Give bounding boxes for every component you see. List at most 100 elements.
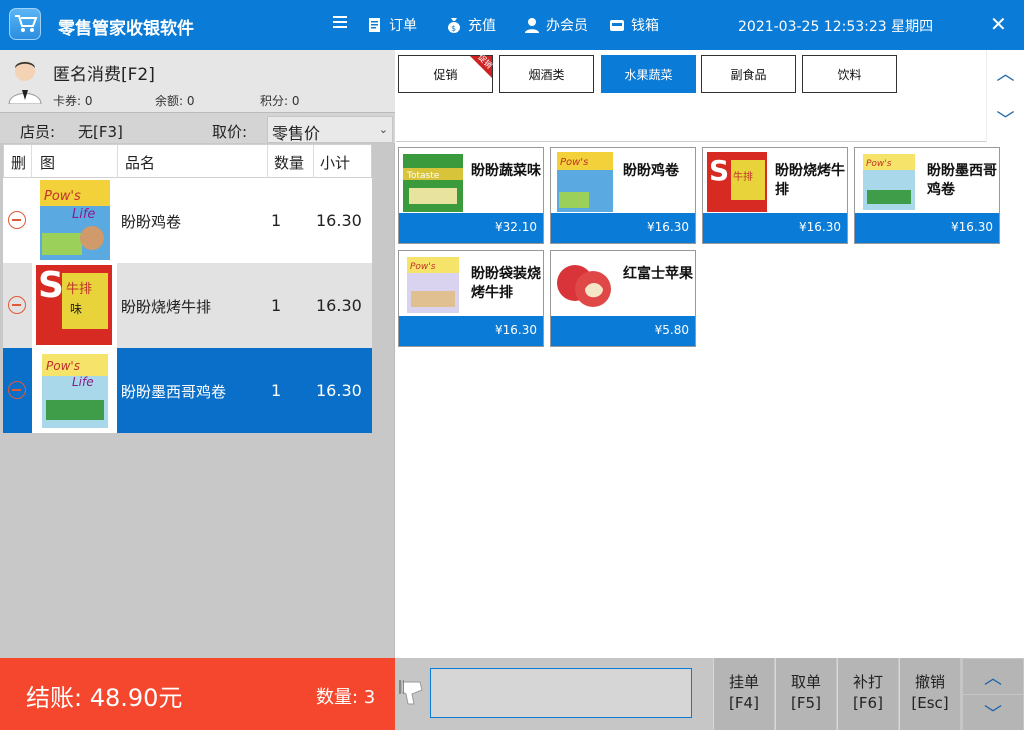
member-name[interactable]: 匿名消费[F2] bbox=[53, 60, 155, 85]
price-type-select[interactable]: 零售价 ⌄ bbox=[267, 116, 393, 143]
app-title: 零售管家收银软件 bbox=[58, 19, 194, 39]
item-name: 盼盼烧烤牛排 bbox=[121, 298, 212, 316]
svg-text:味: 味 bbox=[70, 302, 82, 316]
chevron-up-icon[interactable]: ︿ bbox=[963, 659, 1023, 694]
product-name: 盼盼蔬菜味 bbox=[471, 163, 541, 179]
chevron-down-icon[interactable]: ﹀ bbox=[987, 96, 1024, 142]
product-thumbnail: Pow's Life bbox=[32, 348, 117, 433]
product-name: 红富士苹果 bbox=[623, 266, 693, 282]
member-label: 办会员 bbox=[546, 18, 588, 34]
product-card[interactable]: Pow's 盼盼墨西哥鸡卷 ¥16.30 bbox=[854, 147, 1000, 244]
cashbox-icon bbox=[610, 20, 624, 31]
product-card[interactable]: Pow's 盼盼鸡卷 ¥16.30 bbox=[550, 147, 696, 244]
product-card[interactable]: S 牛排 盼盼烧烤牛排 ¥16.30 bbox=[702, 147, 848, 244]
item-subtotal: 16.30 bbox=[316, 381, 362, 400]
product-image: Totaste bbox=[403, 154, 463, 212]
col-subtotal: 小计 bbox=[320, 154, 351, 172]
barcode-input[interactable] bbox=[430, 668, 692, 718]
product-thumbnail: Pow's Life bbox=[32, 178, 117, 263]
item-qty[interactable]: 1 bbox=[271, 211, 281, 230]
cart-rows: Pow's Life 盼盼鸡卷 1 16.30 S 牛排味 盼盼烧烤牛排 1 16.… bbox=[3, 178, 372, 433]
avatar[interactable] bbox=[8, 58, 42, 104]
cashbox-button[interactable]: 钱箱 bbox=[609, 15, 659, 35]
product-name: 盼盼烧烤牛排 bbox=[775, 163, 845, 198]
category-drinks[interactable]: 饮料 bbox=[802, 55, 897, 93]
row-nav: ︿ ﹀ bbox=[962, 658, 1024, 730]
product-image: Pow's bbox=[407, 257, 459, 313]
category-nav: ︿ ﹀ bbox=[986, 50, 1024, 142]
svg-text:Life: Life bbox=[72, 375, 94, 389]
cards-stat: 卡券: 0 bbox=[53, 94, 93, 108]
col-name: 品名 bbox=[125, 154, 156, 172]
svg-text:Pow's: Pow's bbox=[866, 159, 892, 169]
retrieve-order-button[interactable]: 取单 [F5] bbox=[775, 658, 836, 730]
product-price: ¥16.30 bbox=[703, 213, 847, 243]
chevron-down-icon[interactable]: ﹀ bbox=[963, 695, 1023, 730]
product-image: Pow's bbox=[863, 154, 915, 210]
product-price: ¥16.30 bbox=[399, 316, 543, 346]
product-card[interactable]: Pow's 盼盼袋装烧烤牛排 ¥16.30 bbox=[398, 250, 544, 347]
checkout-total: 结账: 48.90元 bbox=[26, 684, 183, 712]
staff-label: 店员: bbox=[20, 123, 56, 141]
orders-button[interactable]: 订单 bbox=[367, 15, 417, 35]
cart-app-icon bbox=[9, 8, 41, 40]
checkout-button[interactable]: 结账: 48.90元 数量: 3 bbox=[0, 658, 395, 730]
product-name: 盼盼袋装烧烤牛排 bbox=[471, 266, 541, 301]
category-tobacco-liquor[interactable]: 烟酒类 bbox=[499, 55, 594, 93]
member-button[interactable]: 办会员 bbox=[524, 15, 588, 35]
bottom-bar: 结账: 48.90元 数量: 3 挂单 [F4] 取单 [F5] 补打 [F6] 撤销… bbox=[0, 658, 1024, 730]
member-section: 匿名消费[F2] 卡券: 0 余额: 0 积分: 0 bbox=[0, 50, 395, 112]
remove-icon[interactable] bbox=[8, 211, 26, 229]
product-name: 盼盼鸡卷 bbox=[623, 163, 679, 179]
svg-text:Pow's: Pow's bbox=[44, 189, 81, 204]
category-promo[interactable]: 促销 促销 bbox=[398, 53, 494, 93]
product-price: ¥32.10 bbox=[399, 213, 543, 243]
staff-value[interactable]: 无[F3] bbox=[78, 121, 123, 142]
col-delete: 删 bbox=[11, 154, 27, 172]
col-qty: 数量 bbox=[274, 154, 305, 172]
product-thumbnail: S 牛排味 bbox=[32, 263, 117, 348]
title-bar: 零售管家收银软件 订单 $ 充值 办会员 钱箱 2021-03-25 12:53… bbox=[0, 0, 1024, 50]
svg-text:Pow's: Pow's bbox=[410, 262, 436, 272]
undo-button[interactable]: 撤销 [Esc] bbox=[899, 658, 960, 730]
table-row[interactable]: Pow's Life 盼盼墨西哥鸡卷 1 16.30 bbox=[3, 348, 372, 433]
person-icon bbox=[525, 18, 539, 33]
orders-label: 订单 bbox=[389, 18, 417, 34]
document-icon bbox=[369, 18, 380, 32]
table-row[interactable]: S 牛排味 盼盼烧烤牛排 1 16.30 bbox=[3, 263, 372, 348]
product-image bbox=[557, 265, 611, 307]
datetime: 2021-03-25 12:53:23 星期四 bbox=[738, 19, 934, 35]
chevron-down-icon: ⌄ bbox=[378, 123, 388, 136]
svg-text:Life: Life bbox=[72, 207, 95, 222]
product-name: 盼盼墨西哥鸡卷 bbox=[927, 163, 997, 198]
remove-icon[interactable] bbox=[8, 296, 26, 314]
cart-table-header: 删 图 品名 数量 小计 bbox=[3, 144, 372, 179]
item-count: 数量: 3 bbox=[316, 687, 376, 708]
item-qty[interactable]: 1 bbox=[271, 381, 281, 400]
svg-text:S: S bbox=[38, 265, 64, 306]
product-card[interactable]: Totaste 盼盼蔬菜味 ¥32.10 bbox=[398, 147, 544, 244]
product-card[interactable]: 红富士苹果 ¥5.80 bbox=[550, 250, 696, 347]
close-icon[interactable]: ✕ bbox=[990, 12, 1007, 36]
recharge-button[interactable]: $ 充值 bbox=[446, 15, 496, 35]
reprint-button[interactable]: 补打 [F6] bbox=[837, 658, 898, 730]
item-subtotal: 16.30 bbox=[316, 211, 362, 230]
product-price: ¥16.30 bbox=[551, 213, 695, 243]
remove-icon[interactable] bbox=[8, 381, 26, 399]
product-image: S 牛排 bbox=[707, 152, 767, 212]
hold-order-button[interactable]: 挂单 [F4] bbox=[713, 658, 774, 730]
money-bag-icon: $ bbox=[448, 18, 460, 33]
menu-icon[interactable] bbox=[333, 15, 347, 29]
category-fruit-veg[interactable]: 水果蔬菜 bbox=[601, 55, 696, 93]
price-label: 取价: bbox=[212, 123, 248, 141]
product-image: Pow's bbox=[557, 152, 613, 212]
col-image: 图 bbox=[40, 154, 56, 172]
item-name: 盼盼鸡卷 bbox=[121, 213, 182, 231]
category-groceries[interactable]: 副食品 bbox=[701, 55, 796, 93]
product-price: ¥16.30 bbox=[855, 213, 999, 243]
chevron-up-icon[interactable]: ︿ bbox=[987, 50, 1024, 96]
staff-row: 店员: 无[F3] 取价: 零售价 ⌄ bbox=[0, 112, 395, 143]
product-panel: 促销 促销 烟酒类 水果蔬菜 副食品 饮料 ︿ ﹀ Totaste 盼盼蔬菜味 … bbox=[396, 50, 1024, 658]
table-row[interactable]: Pow's Life 盼盼鸡卷 1 16.30 bbox=[3, 178, 372, 263]
item-qty[interactable]: 1 bbox=[271, 296, 281, 315]
